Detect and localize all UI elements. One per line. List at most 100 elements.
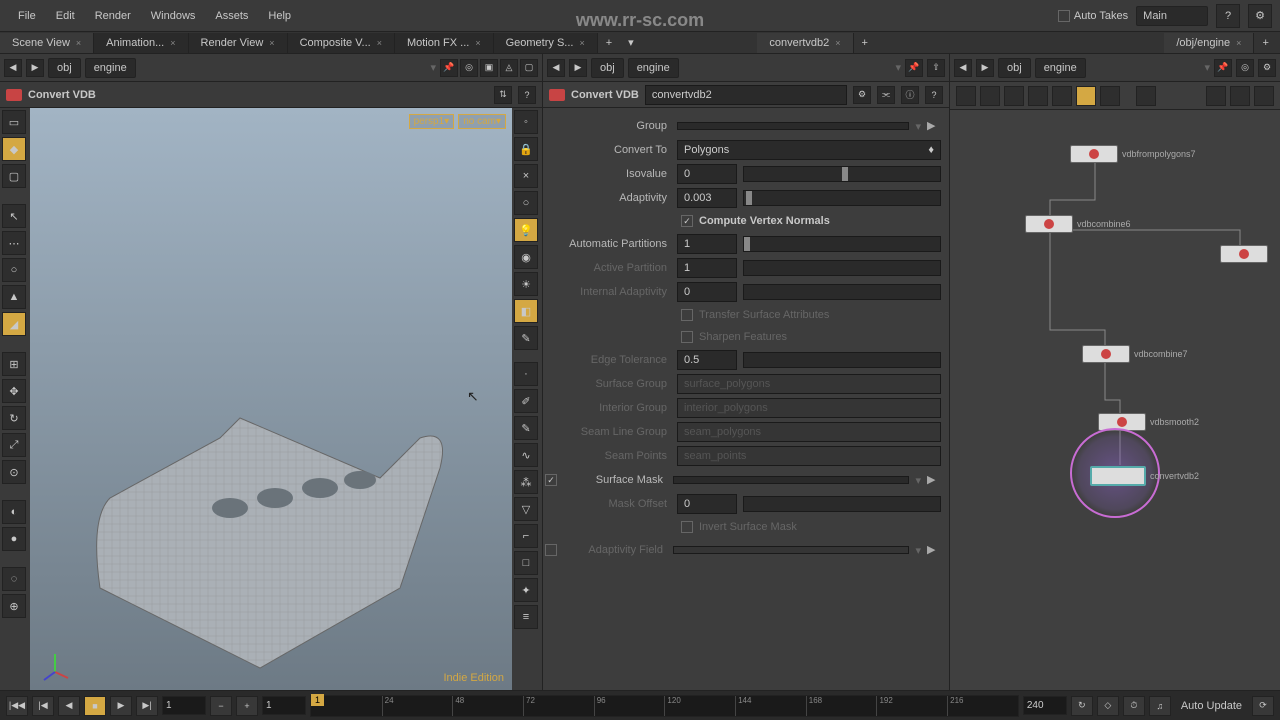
sphere-tool[interactable]: ● — [2, 527, 26, 551]
close-icon[interactable]: × — [170, 38, 175, 48]
path-engine[interactable]: engine — [628, 58, 679, 78]
select-tool[interactable]: ▭ — [2, 110, 26, 134]
note-icon[interactable] — [1076, 86, 1096, 106]
auto-update-label[interactable]: Auto Update — [1175, 700, 1248, 712]
frame-field-1[interactable] — [162, 696, 206, 715]
close-icon[interactable]: × — [269, 38, 274, 48]
auto-partitions-field[interactable] — [677, 234, 737, 254]
network-canvas[interactable]: vdbfrompolygons7 vdbcombine6 vdbcombine7… — [950, 110, 1280, 690]
gear-icon[interactable]: ⚙ — [1248, 4, 1272, 28]
columns-icon[interactable] — [1028, 86, 1048, 106]
snap-tool[interactable]: ⊙ — [2, 460, 26, 484]
path-obj[interactable]: obj — [998, 58, 1031, 78]
path-obj[interactable]: obj — [591, 58, 624, 78]
forward-button[interactable]: ▶ — [976, 59, 994, 77]
add-tab-button[interactable]: + — [854, 37, 876, 49]
help-icon[interactable]: ? — [1216, 4, 1240, 28]
compute-normals-check[interactable]: Compute Vertex Normals — [551, 210, 941, 232]
display-icon[interactable]: ▢ — [520, 59, 538, 77]
cube-icon[interactable]: ▣ — [480, 59, 498, 77]
forward-button[interactable]: ▶ — [569, 59, 587, 77]
circle-icon[interactable]: ○ — [514, 191, 538, 215]
pin-icon[interactable]: 📌 — [905, 59, 923, 77]
play-back-button[interactable]: ◀ — [58, 696, 80, 716]
node-unnamed[interactable] — [1220, 245, 1272, 263]
net-tool[interactable]: ⊕ — [2, 594, 26, 618]
back-button[interactable]: ◀ — [547, 59, 565, 77]
menu-render[interactable]: Render — [85, 6, 141, 26]
box-icon[interactable] — [1052, 86, 1072, 106]
dots-icon[interactable] — [1136, 86, 1156, 106]
points-tool[interactable]: ⋯ — [2, 231, 26, 255]
dot-icon[interactable]: · — [514, 362, 538, 386]
tab-render-view[interactable]: Render View× — [189, 33, 288, 53]
surface-mask-field[interactable] — [673, 476, 909, 484]
curve-icon[interactable]: ∿ — [514, 443, 538, 467]
grid-small-icon[interactable] — [1004, 86, 1024, 106]
path-obj[interactable]: obj — [48, 58, 81, 78]
disk-tool[interactable]: ◌ — [2, 567, 26, 591]
gear-icon[interactable]: ⚙ — [1258, 59, 1276, 77]
arrow-tool[interactable]: ↖ — [2, 204, 26, 228]
path-engine[interactable]: engine — [85, 58, 136, 78]
tab-geometry[interactable]: Geometry S...× — [494, 33, 598, 53]
back-button[interactable]: ◀ — [954, 59, 972, 77]
group-field[interactable] — [677, 122, 909, 130]
play-icon[interactable]: ▶ — [927, 473, 941, 487]
node-convertvdb2[interactable]: convertvdb2 — [1090, 466, 1199, 486]
pen-icon[interactable]: ✎ — [514, 416, 538, 440]
scale-tool[interactable]: ⤢ — [2, 433, 26, 457]
brush-icon[interactable]: ✐ — [514, 389, 538, 413]
node-vdbfrompolygons[interactable]: vdbfrompolygons7 — [1070, 145, 1196, 163]
tab-composite[interactable]: Composite V...× — [288, 33, 395, 53]
plus-button[interactable]: + — [236, 696, 258, 716]
tab-network-path[interactable]: /obj/engine× — [1164, 33, 1254, 53]
circle-tool[interactable]: ○ — [2, 258, 26, 282]
adaptivity-field-toggle[interactable] — [545, 544, 557, 556]
minus-button[interactable]: − — [210, 696, 232, 716]
rotate-tool[interactable]: ↻ — [2, 406, 26, 430]
sun-icon[interactable]: ☀ — [514, 272, 538, 296]
corner-icon[interactable]: ⌐ — [514, 524, 538, 548]
prev-key-button[interactable]: |◀ — [32, 696, 54, 716]
convert-to-dropdown[interactable]: Polygons♦ — [677, 140, 941, 160]
close-icon[interactable]: × — [76, 38, 81, 48]
pin-icon[interactable]: 📌 — [1214, 59, 1232, 77]
ghost-icon[interactable]: ◬ — [500, 59, 518, 77]
menu-edit[interactable]: Edit — [46, 6, 85, 26]
adaptivity-slider[interactable] — [743, 190, 941, 206]
box-tool[interactable]: ▢ — [2, 164, 26, 188]
wand-icon[interactable]: ✎ — [514, 326, 538, 350]
take-selector[interactable]: Main — [1136, 6, 1208, 26]
isovalue-field[interactable] — [677, 164, 737, 184]
folder-icon[interactable] — [1100, 86, 1120, 106]
tab-menu-button[interactable]: ▾ — [620, 36, 642, 49]
spray-icon[interactable]: ⁂ — [514, 470, 538, 494]
viewport-canvas[interactable]: persp1▾ no cam▾ Indie Edition ↖ — [30, 108, 512, 690]
auto-partitions-slider[interactable] — [743, 236, 941, 252]
refresh-icon[interactable]: ⟳ — [1252, 696, 1274, 716]
menu-assets[interactable]: Assets — [205, 6, 258, 26]
lock-icon[interactable]: 🔒 — [514, 137, 538, 161]
layers-icon[interactable]: ≡ — [514, 605, 538, 629]
bulb-icon[interactable]: ◉ — [514, 245, 538, 269]
rocket-tool[interactable]: ▲ — [2, 285, 26, 309]
ring-icon[interactable] — [1230, 86, 1250, 106]
first-frame-button[interactable]: |◀◀ — [6, 696, 28, 716]
add-tab-button[interactable]: + — [598, 37, 620, 49]
wire-icon[interactable] — [1206, 86, 1226, 106]
node-vdbcombine6[interactable]: vdbcombine6 — [1025, 215, 1131, 233]
list-icon[interactable] — [956, 86, 976, 106]
target-icon[interactable]: ◎ — [1236, 59, 1254, 77]
link-icon[interactable]: ⫘ — [877, 86, 895, 104]
tab-animation[interactable]: Animation...× — [94, 33, 188, 53]
tab-motion-fx[interactable]: Motion FX ...× — [395, 33, 494, 53]
key-icon[interactable]: ◇ — [1097, 696, 1119, 716]
grid-large-icon[interactable] — [980, 86, 1000, 106]
square-icon[interactable]: □ — [514, 551, 538, 575]
add-tab-button[interactable]: + — [1254, 37, 1276, 49]
play-icon[interactable]: ▶ — [927, 543, 941, 557]
adaptivity-field[interactable] — [677, 188, 737, 208]
timeline-ruler[interactable]: 1 24 48 72 96 120 144 168 192 216 — [310, 695, 1019, 717]
forward-button[interactable]: ▶ — [26, 59, 44, 77]
